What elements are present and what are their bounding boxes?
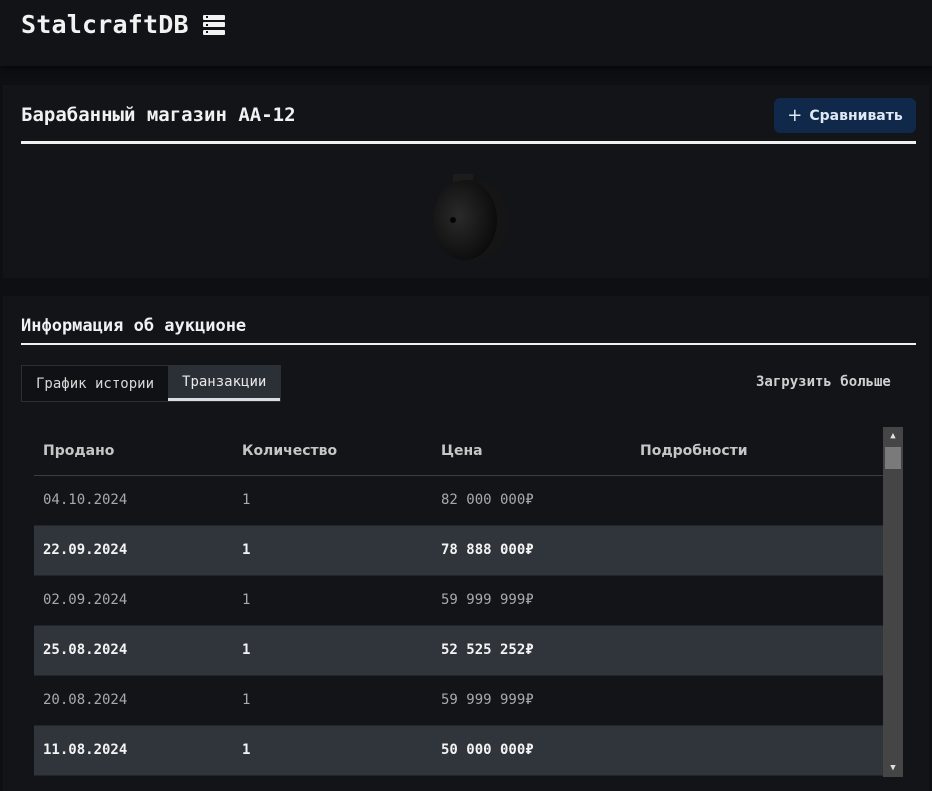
plus-icon: + <box>787 104 803 126</box>
item-image <box>433 174 509 260</box>
table-row: 04.10.2024 1 82 000 000₽ <box>34 475 883 526</box>
auction-divider <box>21 343 916 345</box>
cell-date: 22.09.2024 <box>34 525 233 576</box>
cell-date: 02.09.2024 <box>34 575 233 626</box>
table-row: 25.08.2024 1 52 525 252₽ <box>34 625 883 676</box>
cell-quantity: 1 <box>233 475 432 526</box>
column-header-details: Подробности <box>631 427 883 476</box>
scroll-up-icon[interactable]: ▲ <box>883 427 903 445</box>
cell-price: 82 000 000₽ <box>432 475 631 526</box>
tab-transactions[interactable]: Транзакции <box>168 366 281 401</box>
table-header-row: Продано Количество Цена Подробности <box>34 427 883 476</box>
cell-quantity: 1 <box>233 525 432 576</box>
database-icon[interactable] <box>202 14 225 35</box>
item-panel: Барабанный магазин АА-12 + Сравнивать <box>3 85 929 278</box>
table-row: 22.09.2024 1 78 888 000₽ <box>34 525 883 576</box>
cell-quantity: 1 <box>233 675 432 726</box>
cell-quantity: 1 <box>233 625 432 676</box>
cell-date: 25.08.2024 <box>34 625 233 676</box>
auction-title: Информация об аукционе <box>21 316 247 336</box>
cell-date: 11.08.2024 <box>34 725 233 776</box>
cell-quantity: 1 <box>233 725 432 776</box>
tab-history-chart[interactable]: График истории <box>22 366 169 401</box>
transactions-table: Продано Количество Цена Подробности 04.1… <box>34 427 883 776</box>
column-header-sold: Продано <box>34 427 233 476</box>
item-divider <box>21 141 916 144</box>
app-header: StalcraftDB <box>0 0 932 66</box>
cell-details <box>631 725 883 776</box>
column-header-quantity: Количество <box>233 427 432 476</box>
cell-price: 59 999 999₽ <box>432 575 631 626</box>
cell-price: 50 000 000₽ <box>432 725 631 776</box>
item-title: Барабанный магазин АА-12 <box>21 104 296 126</box>
column-header-price: Цена <box>432 427 631 476</box>
transactions-table-container: Продано Количество Цена Подробности 04.1… <box>34 427 903 777</box>
cell-date: 20.08.2024 <box>34 675 233 726</box>
table-row: 20.08.2024 1 59 999 999₽ <box>34 675 883 726</box>
scroll-down-icon[interactable]: ▼ <box>883 759 903 777</box>
cell-details <box>631 575 883 626</box>
load-more-button[interactable]: Загрузить больше <box>756 374 891 390</box>
table-row: 11.08.2024 1 50 000 000₽ <box>34 725 883 776</box>
cell-price: 52 525 252₽ <box>432 625 631 676</box>
cell-date: 04.10.2024 <box>34 475 233 526</box>
site-title[interactable]: StalcraftDB <box>21 10 189 39</box>
brand[interactable]: StalcraftDB <box>21 10 225 39</box>
table-row: 02.09.2024 1 59 999 999₽ <box>34 575 883 626</box>
cell-quantity: 1 <box>233 575 432 626</box>
scroll-thumb[interactable] <box>885 447 901 469</box>
compare-button-label: Сравнивать <box>809 107 903 124</box>
table-scrollbar[interactable]: ▲ ▼ <box>883 427 903 777</box>
auction-panel: Информация об аукционе График истории Тр… <box>3 296 929 791</box>
compare-button[interactable]: + Сравнивать <box>774 98 916 133</box>
cell-price: 78 888 000₽ <box>432 525 631 576</box>
cell-details <box>631 625 883 676</box>
auction-tabs: График истории Транзакции <box>21 365 282 402</box>
cell-details <box>631 675 883 726</box>
cell-price: 59 999 999₽ <box>432 675 631 726</box>
cell-details <box>631 475 883 526</box>
cell-details <box>631 525 883 576</box>
